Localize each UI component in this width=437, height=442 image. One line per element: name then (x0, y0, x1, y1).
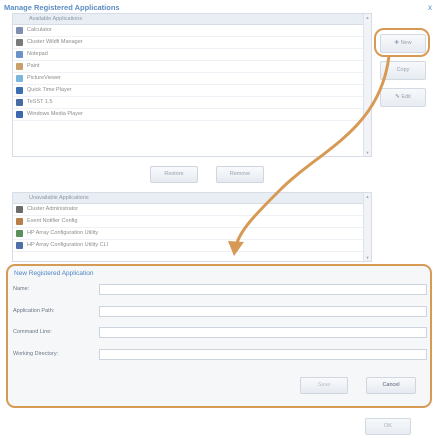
application-path-label: Application Path: (13, 308, 55, 314)
new-application-form: New Registered Application Name: Applica… (6, 264, 432, 408)
application-path-field[interactable] (99, 306, 427, 317)
working-directory-label: Working Directory: (13, 351, 59, 357)
command-line-label: Command Line: (13, 329, 52, 335)
save-button[interactable]: Save (300, 377, 348, 394)
form-title: New Registered Application (14, 270, 94, 277)
name-label: Name: (13, 286, 30, 292)
command-line-field[interactable] (99, 327, 427, 338)
ok-button[interactable]: OK (365, 418, 411, 435)
name-field[interactable] (99, 284, 427, 295)
working-directory-field[interactable] (99, 349, 427, 360)
cancel-button[interactable]: Cancel (366, 377, 416, 394)
